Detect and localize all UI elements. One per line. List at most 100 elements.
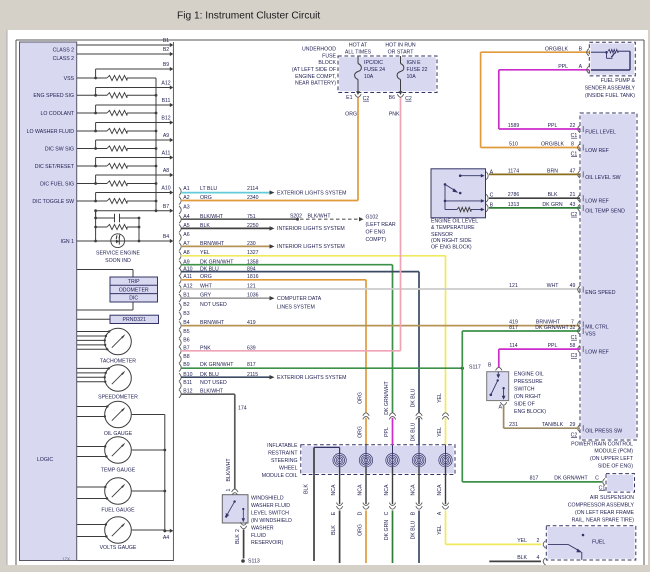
svg-text:43: 43 xyxy=(570,202,576,208)
svg-text:S117: S117 xyxy=(469,364,481,370)
svg-text:47: 47 xyxy=(570,168,576,174)
svg-text:B6: B6 xyxy=(183,337,189,343)
svg-text:OIL LEVEL SW: OIL LEVEL SW xyxy=(585,175,620,181)
svg-text:WASHER FLUID: WASHER FLUID xyxy=(251,503,290,509)
svg-text:A4: A4 xyxy=(163,535,169,541)
svg-text:FUEL: FUEL xyxy=(592,539,605,545)
svg-text:ORG: ORG xyxy=(358,426,364,438)
svg-text:HOT IN RUN: HOT IN RUN xyxy=(385,42,415,48)
svg-text:10A: 10A xyxy=(407,74,417,80)
svg-text:ENGINE OIL LEVEL: ENGINE OIL LEVEL xyxy=(431,219,478,225)
svg-text:OIL PRESS SW: OIL PRESS SW xyxy=(585,429,622,435)
svg-text:B12: B12 xyxy=(161,116,170,122)
svg-text:PPL: PPL xyxy=(548,123,558,129)
svg-text:A6: A6 xyxy=(183,232,189,238)
svg-text:ENG SPEED: ENG SPEED xyxy=(585,290,616,296)
svg-text:NOT USED: NOT USED xyxy=(200,302,227,308)
svg-text:817: 817 xyxy=(509,325,518,331)
svg-text:VOLTS GAUGE: VOLTS GAUGE xyxy=(100,545,137,551)
svg-text:FUEL GAUGE: FUEL GAUGE xyxy=(101,507,135,513)
svg-text:1313: 1313 xyxy=(508,202,520,208)
svg-text:8: 8 xyxy=(571,142,574,148)
svg-text:SENSOR: SENSOR xyxy=(431,232,453,238)
svg-text:DIC TOGGLE SW: DIC TOGGLE SW xyxy=(32,199,74,205)
svg-text:(ON LEFT REAR FRAME: (ON LEFT REAR FRAME xyxy=(575,510,635,516)
svg-text:A: A xyxy=(499,405,503,411)
svg-text:ORG: ORG xyxy=(358,392,364,404)
svg-text:DK GRN/WHT: DK GRN/WHT xyxy=(554,475,588,481)
svg-text:PPL: PPL xyxy=(548,343,558,349)
svg-text:CLASS 2: CLASS 2 xyxy=(53,48,74,54)
svg-text:IGN E: IGN E xyxy=(407,60,422,66)
svg-text:B6: B6 xyxy=(389,95,395,101)
svg-text:(ON UPPER LEFT: (ON UPPER LEFT xyxy=(590,456,634,462)
svg-text:OF ENG: OF ENG xyxy=(366,230,386,236)
svg-text:231: 231 xyxy=(509,422,518,428)
svg-text:SWITCH: SWITCH xyxy=(514,386,535,392)
svg-text:32: 32 xyxy=(570,325,576,331)
svg-text:DIC SW SIG: DIC SW SIG xyxy=(45,146,74,152)
svg-text:2: 2 xyxy=(537,538,540,544)
svg-text:B: B xyxy=(411,511,417,515)
svg-text:A11: A11 xyxy=(162,151,171,157)
svg-text:DIC FUEL SIG: DIC FUEL SIG xyxy=(40,181,74,187)
svg-text:B8: B8 xyxy=(183,354,189,360)
svg-text:PRND321: PRND321 xyxy=(123,317,146,323)
svg-text:LOW REF: LOW REF xyxy=(585,350,609,356)
svg-text:ALL TIMES: ALL TIMES xyxy=(345,49,372,55)
svg-text:LINES SYSTEM: LINES SYSTEM xyxy=(277,304,315,310)
svg-text:COMPUTER DATA: COMPUTER DATA xyxy=(277,296,322,302)
svg-text:MODULE COIL: MODULE COIL xyxy=(262,473,298,479)
svg-text:SERVICE ENGINE: SERVICE ENGINE xyxy=(96,250,141,256)
svg-text:21: 21 xyxy=(570,192,576,198)
svg-text:WHEEL: WHEEL xyxy=(279,465,298,471)
svg-text:174: 174 xyxy=(238,405,247,411)
svg-text:510: 510 xyxy=(509,142,518,148)
svg-text:NCA: NCA xyxy=(331,484,337,495)
svg-text:G102: G102 xyxy=(366,214,379,220)
svg-text:29: 29 xyxy=(570,422,576,428)
svg-text:BLK: BLK xyxy=(517,555,527,561)
svg-text:ODOMETER: ODOMETER xyxy=(119,287,149,293)
svg-text:& TEMPERATURE: & TEMPERATURE xyxy=(431,225,475,231)
svg-text:FUEL LEVEL: FUEL LEVEL xyxy=(585,129,616,135)
svg-text:WHT: WHT xyxy=(547,283,560,289)
svg-text:S113: S113 xyxy=(248,558,260,564)
svg-text:S202: S202 xyxy=(290,213,302,219)
svg-text:B11: B11 xyxy=(183,380,192,386)
svg-text:SIDE OF ENG): SIDE OF ENG) xyxy=(598,463,633,469)
svg-text:LOW REF: LOW REF xyxy=(585,199,609,205)
svg-text:PRESSURE: PRESSURE xyxy=(514,379,543,385)
svg-text:SENDER ASSEMBLY: SENDER ASSEMBLY xyxy=(585,85,636,91)
svg-text:RESTRAINT: RESTRAINT xyxy=(268,450,298,456)
svg-text:FUEL PUMP &: FUEL PUMP & xyxy=(601,78,636,84)
svg-text:CLASS 2: CLASS 2 xyxy=(53,56,74,62)
svg-text:BLOCK: BLOCK xyxy=(318,60,336,66)
svg-text:NEAR BATTERY): NEAR BATTERY) xyxy=(295,81,336,87)
svg-text:FUSE 24: FUSE 24 xyxy=(364,67,385,73)
svg-text:INTERIOR LIGHTS SYSTEM: INTERIOR LIGHTS SYSTEM xyxy=(277,244,345,250)
svg-text:SOON IND: SOON IND xyxy=(105,258,131,264)
svg-text:MIL CTRL: MIL CTRL xyxy=(585,325,609,331)
svg-text:B2: B2 xyxy=(183,302,189,308)
svg-text:ENG SPEED SIG: ENG SPEED SIG xyxy=(33,93,74,99)
svg-text:(LEFT REAR: (LEFT REAR xyxy=(366,222,396,228)
svg-text:TRIP: TRIP xyxy=(128,279,140,285)
svg-text:ORG/BLK: ORG/BLK xyxy=(545,46,569,52)
svg-text:RAIL, NEAR SPARE TIRE): RAIL, NEAR SPARE TIRE) xyxy=(572,518,635,524)
svg-text:OIL TEMP SEND: OIL TEMP SEND xyxy=(585,208,625,214)
svg-text:(INSIDE FUEL TANK): (INSIDE FUEL TANK) xyxy=(585,93,635,99)
svg-text:OR START: OR START xyxy=(388,49,415,55)
svg-text:49: 49 xyxy=(570,283,576,289)
svg-text:DK BLU: DK BLU xyxy=(411,388,417,407)
svg-text:ENGINE OIL: ENGINE OIL xyxy=(514,371,544,377)
svg-text:2114: 2114 xyxy=(247,186,258,192)
svg-text:2: 2 xyxy=(235,529,241,532)
svg-text:BLK/WHT: BLK/WHT xyxy=(226,458,232,482)
svg-text:VSS: VSS xyxy=(585,331,596,337)
svg-text:STEERING: STEERING xyxy=(271,458,298,464)
svg-text:DK BLU: DK BLU xyxy=(411,520,417,539)
svg-text:NCA: NCA xyxy=(384,484,390,495)
svg-text:B4: B4 xyxy=(163,234,169,240)
svg-text:2786: 2786 xyxy=(508,192,520,198)
